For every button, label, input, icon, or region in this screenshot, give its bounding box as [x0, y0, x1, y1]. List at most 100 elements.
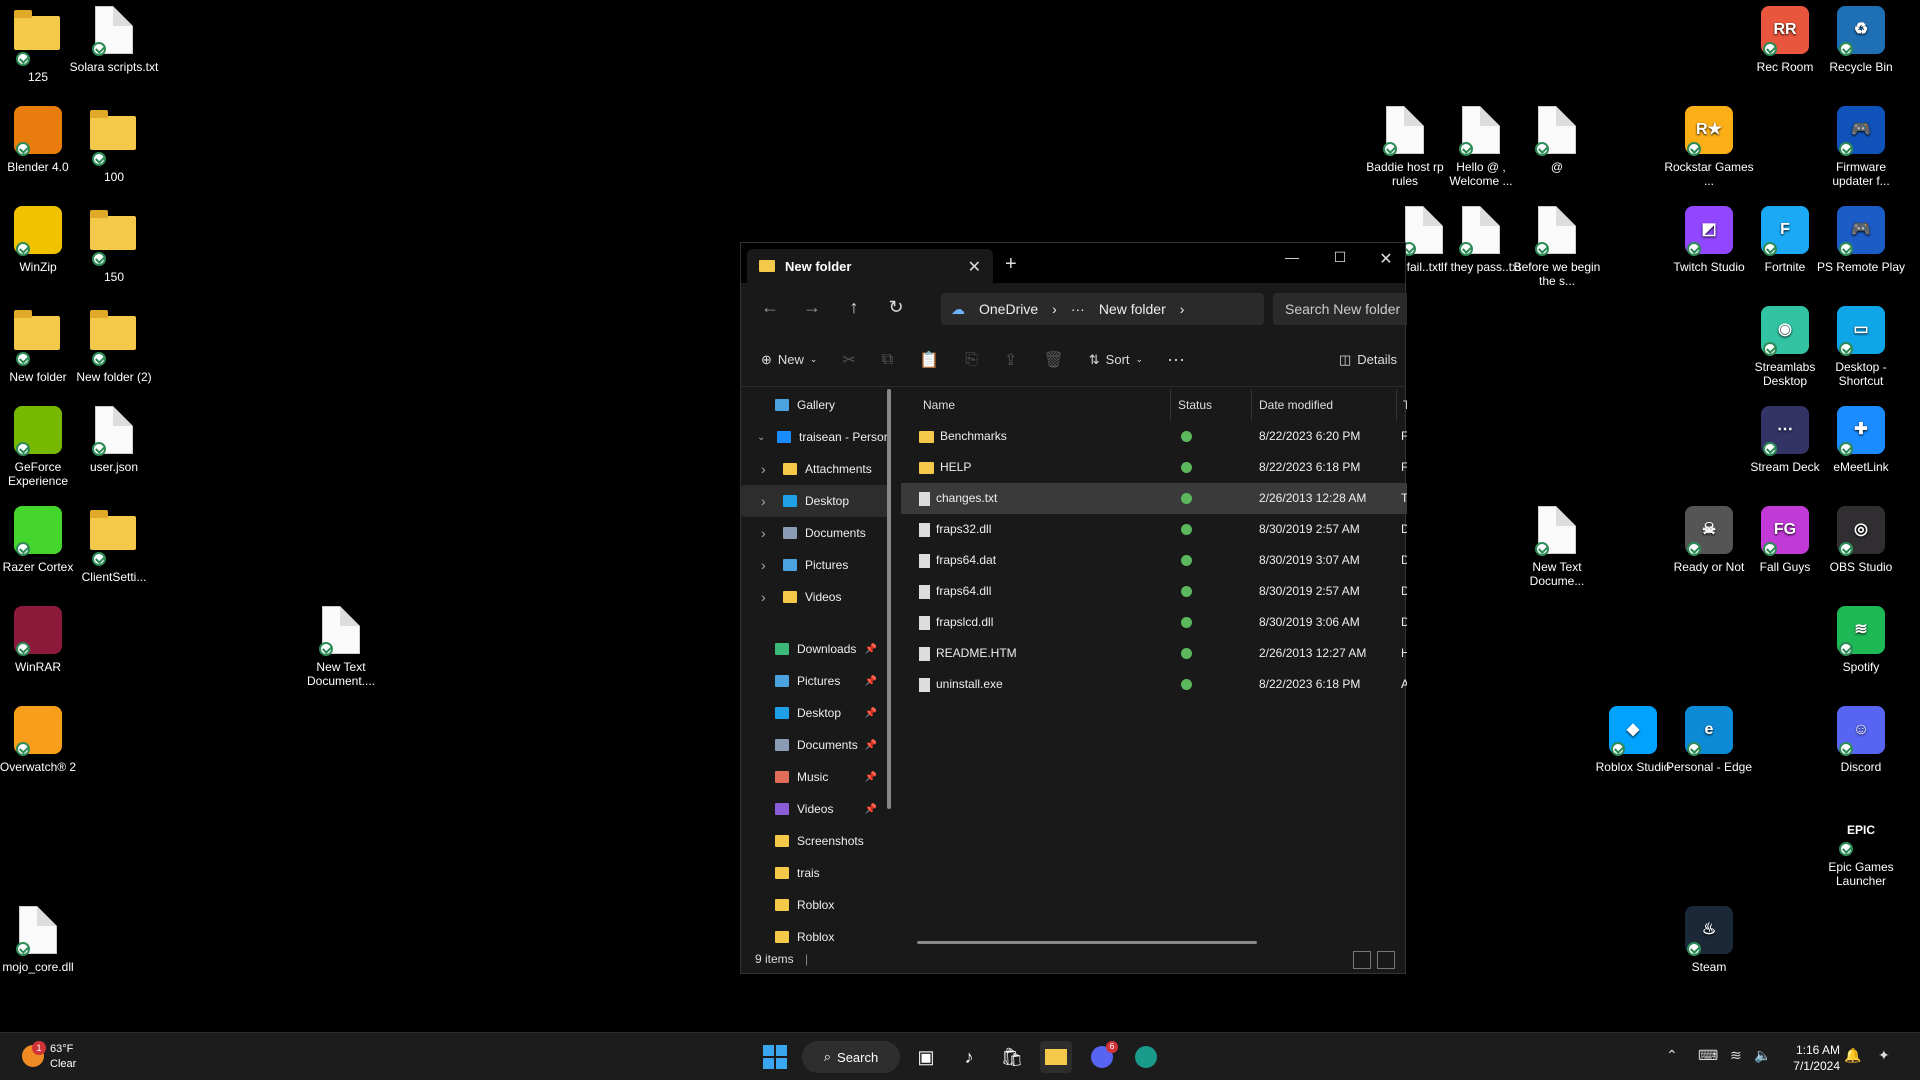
copilot-icon[interactable]: ✦	[1878, 1047, 1890, 1064]
up-icon[interactable]: ↑	[833, 297, 875, 318]
desktop-icon-solara-scripts-txt[interactable]: Solara scripts.txt	[68, 6, 160, 74]
desktop-icon-epic-games-launcher[interactable]: EPIC Epic Games Launcher	[1815, 806, 1907, 888]
desktop-icon-overwatch-2[interactable]: Overwatch® 2	[0, 706, 84, 774]
sidebar-item-pictures[interactable]: › Pictures	[741, 549, 889, 581]
sidebar-scrollbar[interactable]	[887, 389, 891, 809]
new-button[interactable]: ⊕ New ⌄	[761, 352, 817, 368]
desktop-icon-personal-edge[interactable]: e Personal - Edge	[1663, 706, 1755, 774]
file-explorer-taskbar-icon[interactable]	[1040, 1041, 1072, 1073]
close-window-button[interactable]: ✕	[1365, 249, 1407, 269]
sidebar-item-desktop[interactable]: Desktop 📌	[741, 697, 889, 729]
taskbar-search[interactable]: ⌕ Search	[802, 1041, 900, 1073]
file-row[interactable]: README.HTM 2/26/2013 12:27 AM H	[901, 638, 1407, 669]
tiles-view-icon[interactable]	[1377, 951, 1395, 969]
task-view-icon[interactable]: ▣	[910, 1041, 942, 1073]
address-bar[interactable]: ☁ OneDrive › ··· New folder ›	[941, 293, 1264, 325]
desktop-icon-steam[interactable]: ♨ Steam	[1663, 906, 1755, 974]
clock[interactable]: 1:16 AM 7/1/2024	[1782, 1042, 1840, 1074]
delete-icon[interactable]: 🗑	[1043, 350, 1063, 370]
desktop-icon-rockstar-games[interactable]: R★ Rockstar Games ...	[1663, 106, 1755, 188]
keyboard-icon[interactable]: ⌨	[1698, 1047, 1718, 1064]
sidebar-item-attachments[interactable]: › Attachments	[741, 453, 889, 485]
close-tab-icon[interactable]: ✕	[968, 257, 981, 277]
sidebar-item-roblox[interactable]: Roblox	[741, 921, 889, 947]
sidebar-item-screenshots[interactable]: Screenshots	[741, 825, 889, 857]
volume-icon[interactable]: 🔈	[1754, 1047, 1771, 1064]
edge-taskbar-icon[interactable]	[1130, 1041, 1162, 1073]
chevron-right-icon[interactable]: ›	[761, 461, 766, 477]
sidebar-item-music[interactable]: Music 📌	[741, 761, 889, 793]
wifi-icon[interactable]: ≋	[1730, 1047, 1742, 1064]
file-row[interactable]: frapslcd.dll 8/30/2019 3:06 AM D	[901, 607, 1407, 638]
chevron-right-icon[interactable]: ›	[761, 589, 766, 605]
sidebar-item-downloads[interactable]: Downloads 📌	[741, 633, 889, 665]
desktop-icon-desktop-shortcut[interactable]: ▭ Desktop - Shortcut	[1815, 306, 1907, 388]
start-button[interactable]	[759, 1041, 791, 1073]
sort-button[interactable]: ⇅ Sort ⌄	[1089, 352, 1143, 368]
show-hidden-icons-chevron-icon[interactable]: ⌃	[1666, 1047, 1678, 1064]
breadcrumb-current[interactable]: New folder	[1099, 301, 1166, 317]
desktop-icon-spotify[interactable]: ≋ Spotify	[1815, 606, 1907, 674]
sidebar-item-videos[interactable]: Videos 📌	[741, 793, 889, 825]
microsoft-store-icon[interactable]: 🛍	[996, 1041, 1028, 1073]
desktop-icon-emeetlink[interactable]: ✚ eMeetLink	[1815, 406, 1907, 474]
maximize-button[interactable]: ☐	[1319, 249, 1361, 266]
chevron-right-icon[interactable]: ›	[1180, 301, 1185, 317]
column-type[interactable]: T	[1397, 389, 1407, 421]
search-input[interactable]: Search New folder	[1273, 293, 1407, 325]
copy-icon[interactable]: ⧉	[882, 351, 893, 369]
tab-new-folder[interactable]: New folder ✕	[747, 249, 993, 283]
more-options-button[interactable]: ···	[1167, 349, 1185, 370]
column-status[interactable]: Status	[1172, 389, 1252, 421]
desktop-icon-before-we-begin-the-s[interactable]: Before we begin the s...	[1511, 206, 1603, 288]
column-date-modified[interactable]: Date modified	[1253, 389, 1397, 421]
desktop-icon-new-folder-2[interactable]: New folder (2)	[68, 306, 160, 384]
file-row[interactable]: fraps64.dat 8/30/2019 3:07 AM D	[901, 545, 1407, 576]
file-row[interactable]: uninstall.exe 8/22/2023 6:18 PM A	[901, 669, 1407, 700]
file-explorer-window[interactable]: New folder ✕ + — ☐ ✕ ← → ↑ ↻ ☁ OneDrive …	[740, 242, 1407, 974]
refresh-icon[interactable]: ↻	[875, 297, 917, 318]
chevron-right-icon[interactable]: ›	[761, 493, 766, 509]
chevron-down-icon[interactable]: ⌄	[757, 432, 765, 443]
file-row[interactable]: Benchmarks 8/22/2023 6:20 PM F	[901, 421, 1407, 452]
details-button[interactable]: ◫ Details	[1339, 352, 1397, 368]
details-view-icon[interactable]	[1353, 951, 1371, 969]
desktop-icon-discord[interactable]: ☺ Discord	[1815, 706, 1907, 774]
desktop-icon-150[interactable]: 150	[68, 206, 160, 284]
tiktok-icon[interactable]: ♪	[953, 1041, 985, 1073]
breadcrumb-more[interactable]: ···	[1071, 301, 1085, 317]
file-row[interactable]: changes.txt 2/26/2013 12:28 AM T	[901, 483, 1407, 514]
desktop-icon-winrar[interactable]: WinRAR	[0, 606, 84, 674]
desktop-icon-ps-remote-play[interactable]: 🎮 PS Remote Play	[1815, 206, 1907, 274]
sidebar-item-desktop[interactable]: › Desktop	[741, 485, 889, 517]
sidebar-item-videos[interactable]: › Videos	[741, 581, 889, 613]
new-tab-button[interactable]: +	[1005, 253, 1017, 276]
column-name[interactable]: Name	[901, 389, 1171, 421]
desktop-icon-new-text-document[interactable]: New Text Document....	[295, 606, 387, 688]
sidebar-item-gallery[interactable]: Gallery	[741, 389, 889, 421]
horizontal-scrollbar[interactable]	[917, 941, 1257, 944]
rename-icon[interactable]: ⎘	[965, 351, 978, 369]
desktop-icon-mojo-core-dll[interactable]: mojo_core.dll	[0, 906, 84, 974]
desktop-icon-new-text-docume[interactable]: New Text Docume...	[1511, 506, 1603, 588]
sidebar-item-pictures[interactable]: Pictures 📌	[741, 665, 889, 697]
breadcrumb-onedrive[interactable]: OneDrive	[979, 301, 1038, 317]
cut-icon[interactable]: ✂	[842, 350, 855, 370]
desktop-icon-clientsetti[interactable]: ClientSetti...	[68, 506, 160, 584]
file-row[interactable]: fraps64.dll 8/30/2019 2:57 AM D	[901, 576, 1407, 607]
sidebar-item-trais[interactable]: trais	[741, 857, 889, 889]
weather-widget[interactable]: 1	[18, 1041, 52, 1073]
desktop-icon-recycle-bin[interactable]: ♻ Recycle Bin	[1815, 6, 1907, 74]
sidebar-item-documents[interactable]: Documents 📌	[741, 729, 889, 761]
share-icon[interactable]: ⇪	[1004, 350, 1017, 370]
desktop-icon-user-json[interactable]: user.json	[68, 406, 160, 474]
back-icon[interactable]: ←	[749, 297, 791, 318]
minimize-button[interactable]: —	[1271, 249, 1313, 265]
desktop-icon-100[interactable]: 100	[68, 106, 160, 184]
file-row[interactable]: HELP 8/22/2023 6:18 PM F	[901, 452, 1407, 483]
notification-bell-icon[interactable]: 🔔	[1844, 1047, 1861, 1064]
discord-taskbar-icon[interactable]: 6	[1086, 1041, 1118, 1073]
paste-icon[interactable]: 📋	[919, 350, 939, 370]
sidebar-item-traisean-persor[interactable]: ⌄ traisean - Persor	[741, 421, 889, 453]
desktop-icon-firmware-updater-f[interactable]: 🎮 Firmware updater f...	[1815, 106, 1907, 188]
